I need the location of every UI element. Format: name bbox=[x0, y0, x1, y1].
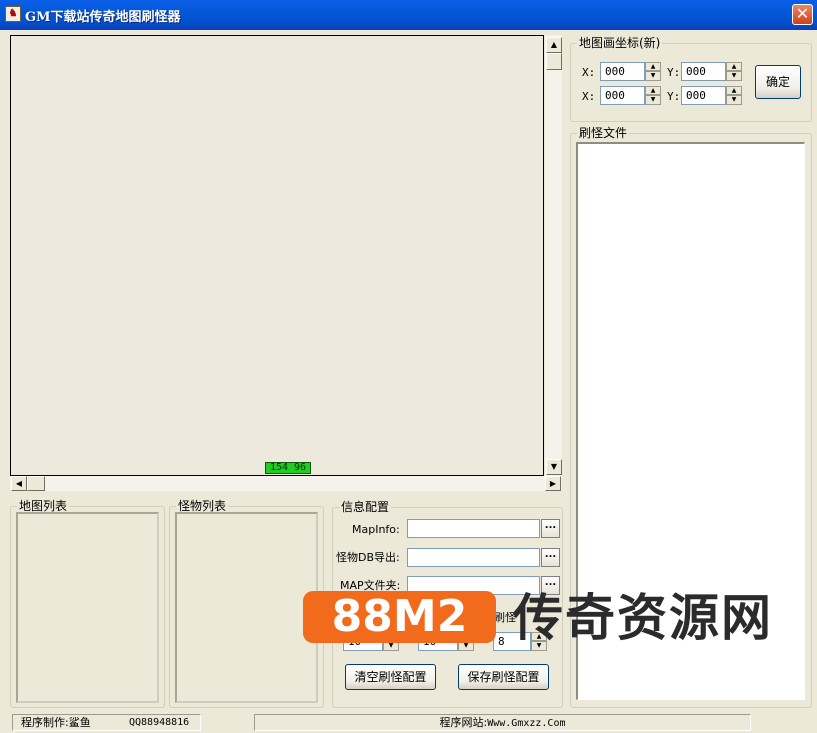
status-qq: QQ88948816 bbox=[129, 717, 190, 728]
mapinfo-input[interactable] bbox=[407, 519, 540, 538]
monster-db-browse-button[interactable]: ... bbox=[541, 548, 560, 567]
window-title: GM下载站传奇地图刷怪器 bbox=[25, 10, 181, 25]
mapinfo-browse-button[interactable]: ... bbox=[541, 519, 560, 538]
x2-input[interactable]: 000 bbox=[600, 86, 645, 105]
map-list[interactable] bbox=[16, 512, 159, 703]
scroll-down-arrow-icon[interactable]: ▼ bbox=[546, 459, 562, 475]
x2-label: X: bbox=[582, 90, 596, 103]
map-horizontal-scrollbar[interactable]: ◀ ▶ bbox=[10, 476, 562, 491]
watermark-brand: 88M2 bbox=[303, 591, 496, 643]
map-vertical-scrollbar[interactable]: ▲ ▼ bbox=[545, 35, 562, 476]
clear-spawn-config-button[interactable]: 清空刷怪配置 bbox=[345, 664, 436, 690]
scroll-up-arrow-icon[interactable]: ▲ bbox=[546, 37, 562, 53]
app-icon: ♞ bbox=[5, 6, 21, 22]
title-bar: ♞ GM下载站传奇地图刷怪器 ✕ bbox=[0, 0, 817, 30]
spin-up-arrow-icon[interactable]: ▲ bbox=[645, 62, 661, 71]
spin-down-arrow-icon[interactable]: ▼ bbox=[645, 71, 661, 81]
spin-up-arrow-icon[interactable]: ▲ bbox=[645, 86, 661, 95]
status-website-panel: 程序网站:Www.Gmxzz.Com bbox=[254, 714, 751, 731]
spin-down-arrow-icon[interactable]: ▼ bbox=[645, 95, 661, 105]
y1-label: Y: bbox=[667, 66, 681, 79]
x1-spinner[interactable]: ▲ ▼ bbox=[645, 62, 661, 81]
info-config-group-label: 信息配置 bbox=[339, 500, 392, 514]
coord-readout: 154 96 bbox=[265, 462, 311, 474]
spin-down-arrow-icon[interactable]: ▼ bbox=[726, 95, 742, 105]
x1-input[interactable]: 000 bbox=[600, 62, 645, 81]
y1-input[interactable]: 000 bbox=[681, 62, 726, 81]
scroll-left-arrow-icon[interactable]: ◀ bbox=[11, 476, 27, 491]
status-author: 程序制作:鲨鱼 bbox=[21, 716, 91, 729]
close-button[interactable]: ✕ bbox=[792, 4, 813, 25]
spin-down-arrow-icon[interactable]: ▼ bbox=[726, 71, 742, 81]
mapinfo-label: MapInfo: bbox=[352, 523, 400, 536]
status-website[interactable]: Www.Gmxzz.Com bbox=[487, 718, 565, 729]
watermark-text: 传奇资源网 bbox=[513, 589, 773, 647]
map-coords-group-label: 地图画坐标(新) bbox=[577, 36, 663, 50]
status-bar: 程序制作:鲨鱼 QQ88948816 程序网站:Www.Gmxzz.Com bbox=[0, 711, 817, 733]
scroll-right-arrow-icon[interactable]: ▶ bbox=[545, 476, 561, 491]
monster-db-input[interactable] bbox=[407, 548, 540, 567]
y2-spinner[interactable]: ▲ ▼ bbox=[726, 86, 742, 105]
x2-spinner[interactable]: ▲ ▼ bbox=[645, 86, 661, 105]
y2-label: Y: bbox=[667, 90, 681, 103]
confirm-button[interactable]: 确定 bbox=[755, 65, 801, 99]
monster-list-group-label: 怪物列表 bbox=[176, 499, 229, 513]
spin-up-arrow-icon[interactable]: ▲ bbox=[726, 86, 742, 95]
status-website-label: 程序网站: bbox=[439, 716, 488, 729]
map-canvas[interactable] bbox=[10, 35, 544, 476]
map-list-group-label: 地图列表 bbox=[17, 499, 70, 513]
status-author-panel: 程序制作:鲨鱼 QQ88948816 bbox=[12, 714, 201, 731]
watermark: 88M2 传奇资源网 bbox=[303, 589, 813, 651]
y2-input[interactable]: 000 bbox=[681, 86, 726, 105]
monster-db-label: 怪物DB导出: bbox=[336, 551, 400, 564]
vertical-scroll-thumb[interactable] bbox=[546, 53, 562, 70]
spawn-files-group-label: 刷怪文件 bbox=[577, 126, 630, 140]
save-spawn-config-button[interactable]: 保存刷怪配置 bbox=[458, 664, 549, 690]
horizontal-scroll-thumb[interactable] bbox=[27, 476, 45, 491]
x1-label: X: bbox=[582, 66, 596, 79]
spin-up-arrow-icon[interactable]: ▲ bbox=[726, 62, 742, 71]
y1-spinner[interactable]: ▲ ▼ bbox=[726, 62, 742, 81]
monster-list[interactable] bbox=[175, 512, 318, 703]
